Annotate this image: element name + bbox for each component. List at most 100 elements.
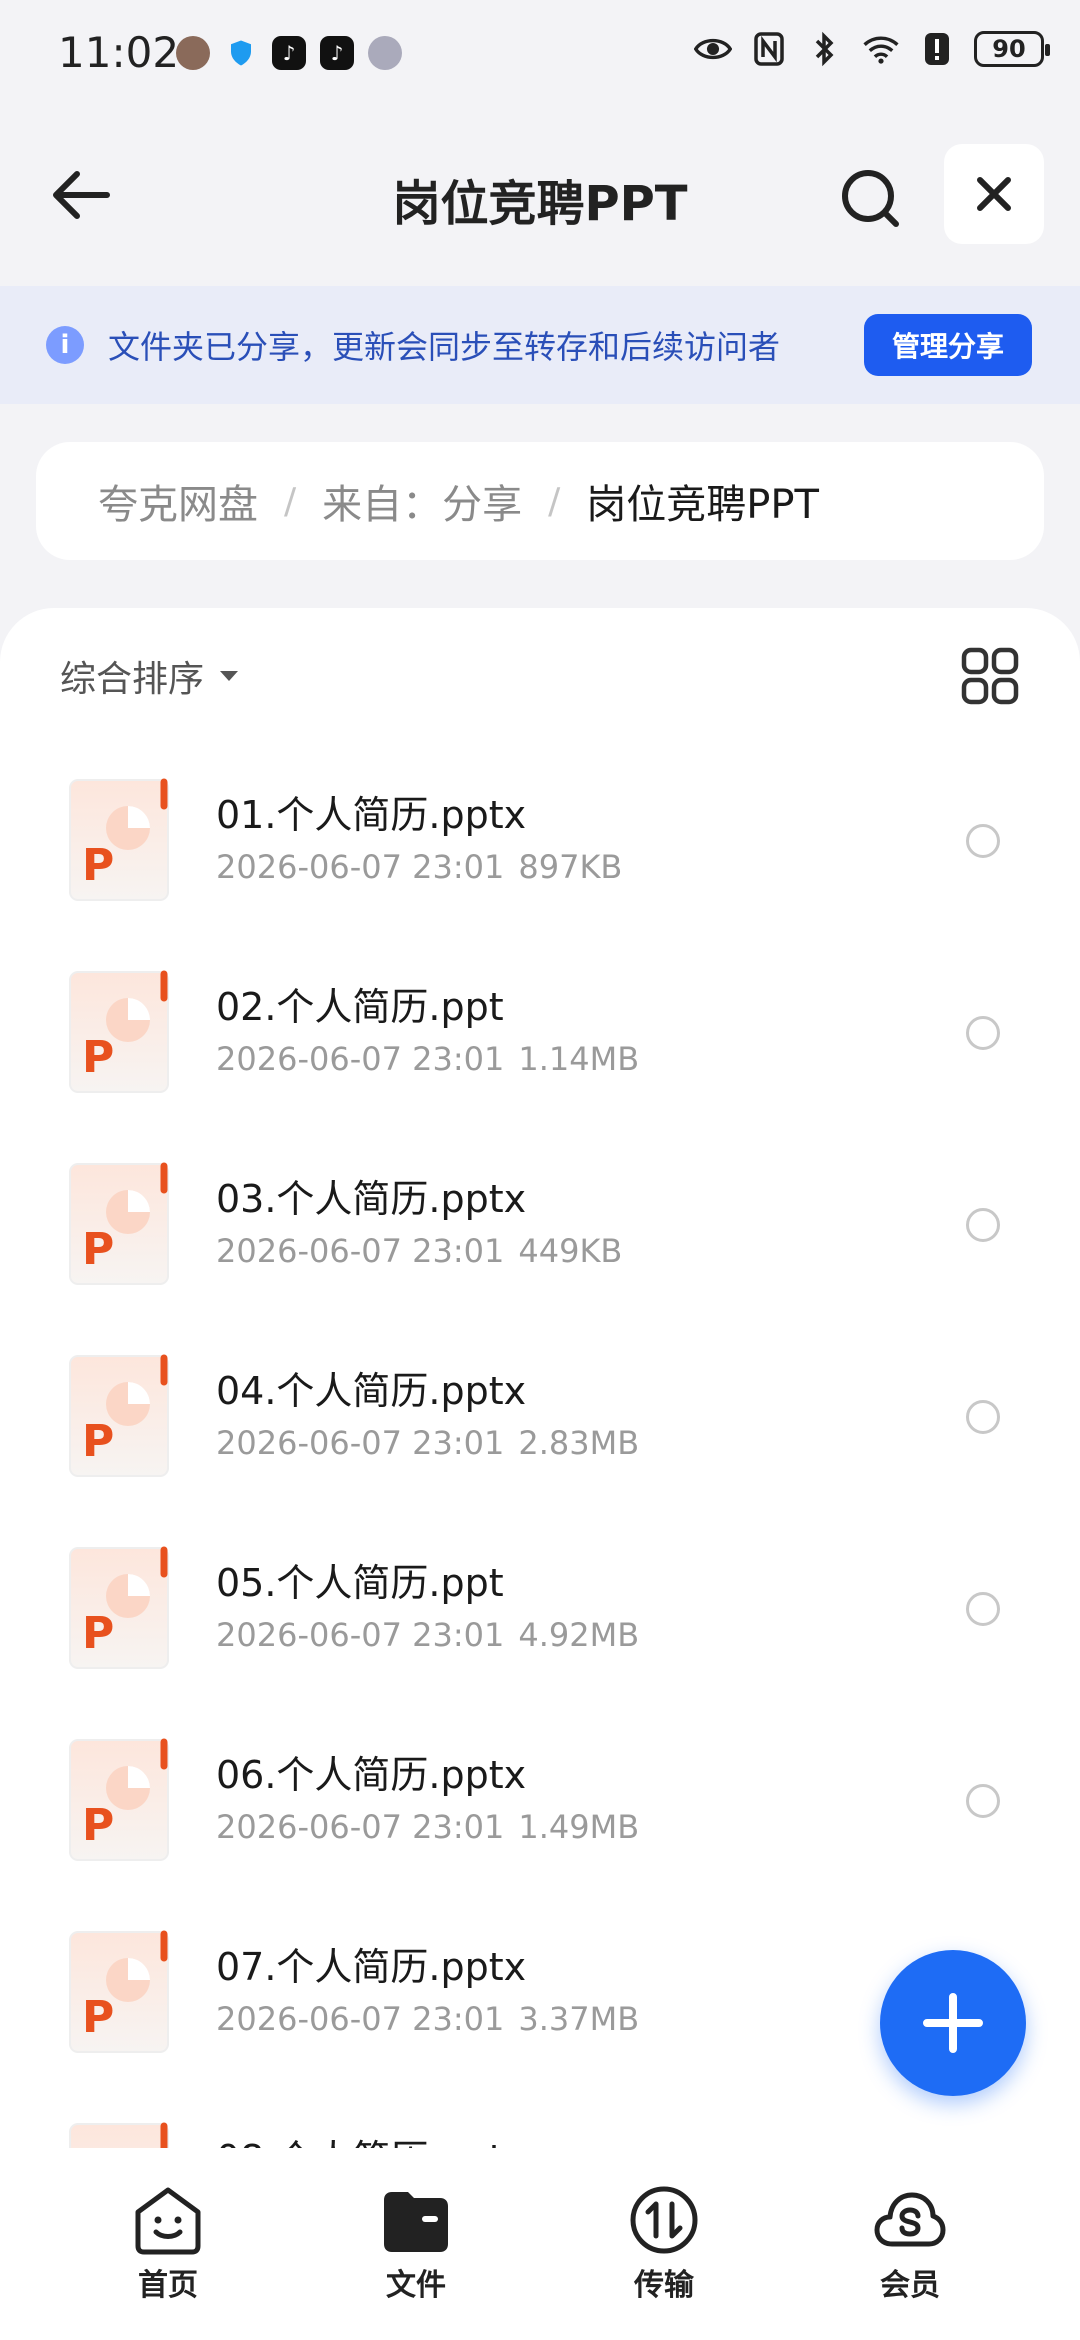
breadcrumb-separator: / [548, 480, 561, 522]
nav-item-files[interactable]: 文件 [346, 2182, 486, 2304]
file-size: 4.92MB [518, 1616, 640, 1654]
file-list-item[interactable]: P 01.个人简历.pptx 2026-06-07 23:01 897KB [0, 748, 1080, 940]
battery-indicator: 90 [974, 31, 1050, 67]
share-notice-banner: i 文件夹已分享，更新会同步至转存和后续访问者 管理分享 [0, 286, 1080, 404]
file-list-item[interactable]: P 06.个人简历.pptx 2026-06-07 23:01 1.49MB [0, 1708, 1080, 1900]
header: 岗位竞聘PPT [0, 130, 1080, 260]
file-name: 08.个人简历.ppt [216, 2128, 504, 2148]
transfer-icon [630, 2186, 698, 2254]
smile-home-icon [135, 2187, 201, 2255]
folder-icon [384, 2192, 448, 2252]
ppt-file-icon: P [69, 1546, 169, 1669]
ppt-file-icon: P [69, 1738, 169, 1861]
file-date: 2026-06-07 23:01 [216, 848, 505, 886]
nav-label-home: 首页 [138, 2268, 198, 2303]
file-date: 2026-06-07 23:01 [216, 1232, 505, 1270]
bottom-navigation: 首页 文件 传输 会员 [0, 2148, 1080, 2340]
status-bar: 11:02 ♪ ♪ 90 [0, 0, 1080, 110]
close-button[interactable] [944, 144, 1044, 244]
file-size: 897KB [518, 848, 623, 886]
ppt-letter: P [82, 1800, 114, 1851]
nav-item-transfer[interactable]: 传输 [594, 2182, 734, 2304]
file-meta: 2026-06-07 23:01 449KB [216, 1232, 622, 1270]
file-name: 01.个人简历.pptx [216, 793, 527, 837]
file-meta: 2026-06-07 23:01 1.49MB [216, 1808, 639, 1846]
ppt-letter: P [82, 1416, 114, 1467]
breadcrumb: 夸克网盘 / 来自：分享 / 岗位竞聘PPT [36, 442, 1044, 560]
sort-dropdown[interactable]: 综合排序 [60, 650, 240, 702]
wifi-icon [862, 30, 900, 68]
ppt-file-icon: P [69, 2122, 169, 2148]
cloud-member-icon [874, 2192, 946, 2247]
file-name: 06.个人简历.pptx [216, 1753, 527, 1797]
select-checkbox[interactable] [966, 1400, 1000, 1434]
nav-label-files: 文件 [386, 2268, 446, 2303]
file-list-panel: 综合排序 P 01.个人简历.pptx 2026-06-07 23:01 897KB P… [0, 608, 1080, 2148]
avatar-notification-icon [176, 36, 210, 70]
file-list-item[interactable]: P 02.个人简历.ppt 2026-06-07 23:01 1.14MB [0, 940, 1080, 1132]
file-name: 03.个人简历.pptx [216, 1177, 527, 1221]
file-size: 1.49MB [518, 1808, 640, 1846]
file-date: 2026-06-07 23:01 [216, 1616, 505, 1654]
page-title: 岗位竞聘PPT [392, 176, 688, 232]
file-list-item[interactable]: P 05.个人简历.ppt 2026-06-07 23:01 4.92MB [0, 1516, 1080, 1708]
file-date: 2026-06-07 23:01 [216, 1424, 505, 1462]
ppt-letter: P [82, 1032, 114, 1083]
file-meta: 2026-06-07 23:01 2.83MB [216, 1424, 639, 1462]
status-time: 11:02 [58, 28, 180, 77]
ppt-letter: P [82, 1992, 114, 2043]
ppt-file-icon: P [69, 1930, 169, 2053]
file-name: 02.个人简历.ppt [216, 985, 504, 1029]
bluetooth-icon [806, 30, 844, 68]
info-icon: i [46, 326, 84, 364]
ppt-file-icon: P [69, 778, 169, 901]
nav-label-transfer: 传输 [634, 2268, 694, 2303]
file-list-item[interactable]: P 03.个人简历.pptx 2026-06-07 23:01 449KB [0, 1132, 1080, 1324]
tiktok-icon: ♪ [272, 36, 306, 70]
select-checkbox[interactable] [966, 1784, 1000, 1818]
grid-view-button[interactable] [960, 646, 1020, 706]
breadcrumb-current: 岗位竞聘PPT [586, 482, 819, 528]
nav-item-home[interactable]: 首页 [98, 2182, 238, 2304]
file-name: 05.个人简历.ppt [216, 1561, 504, 1605]
breadcrumb-shared[interactable]: 来自：分享 [322, 472, 522, 530]
file-list-item[interactable]: P 08.个人简历.ppt [0, 2092, 1080, 2148]
file-list-item[interactable]: P 04.个人简历.pptx 2026-06-07 23:01 2.83MB [0, 1324, 1080, 1516]
select-checkbox[interactable] [966, 824, 1000, 858]
file-name: 07.个人简历.pptx [216, 1945, 527, 1989]
add-button[interactable] [880, 1950, 1026, 2096]
system-status-icons: 90 [694, 30, 1050, 68]
manage-share-button[interactable]: 管理分享 [864, 314, 1032, 376]
file-date: 2026-06-07 23:01 [216, 1040, 505, 1078]
file-meta: 2026-06-07 23:01 897KB [216, 848, 622, 886]
nfc-icon [750, 30, 788, 68]
nav-item-member[interactable]: 会员 [840, 2182, 980, 2304]
select-checkbox[interactable] [966, 1208, 1000, 1242]
file-date: 2026-06-07 23:01 [216, 1808, 505, 1846]
select-checkbox[interactable] [966, 1592, 1000, 1626]
share-notice-text: 文件夹已分享，更新会同步至转存和后续访问者 [108, 328, 781, 366]
file-meta: 2026-06-07 23:01 3.37MB [216, 2000, 639, 2038]
shield-app-icon [224, 36, 258, 70]
plus-icon [923, 1993, 983, 2053]
alert-icon [918, 30, 956, 68]
select-checkbox[interactable] [966, 1016, 1000, 1050]
sort-label: 综合排序 [60, 659, 205, 700]
breadcrumb-separator: / [284, 480, 297, 522]
ppt-file-icon: P [69, 1354, 169, 1477]
ppt-file-icon: P [69, 970, 169, 1093]
file-size: 1.14MB [518, 1040, 640, 1078]
file-name: 04.个人简历.pptx [216, 1369, 527, 1413]
ppt-letter: P [82, 1608, 114, 1659]
close-icon [977, 177, 1011, 211]
breadcrumb-root[interactable]: 夸克网盘 [98, 472, 258, 530]
ppt-file-icon: P [69, 1162, 169, 1285]
search-button[interactable] [832, 160, 908, 236]
app-notification-icon [368, 36, 402, 70]
eye-icon [694, 30, 732, 68]
file-date: 2026-06-07 23:01 [216, 2000, 505, 2038]
file-meta: 2026-06-07 23:01 4.92MB [216, 1616, 639, 1654]
search-icon [842, 170, 899, 227]
file-size: 2.83MB [518, 1424, 640, 1462]
notification-icons: ♪ ♪ [176, 36, 402, 70]
